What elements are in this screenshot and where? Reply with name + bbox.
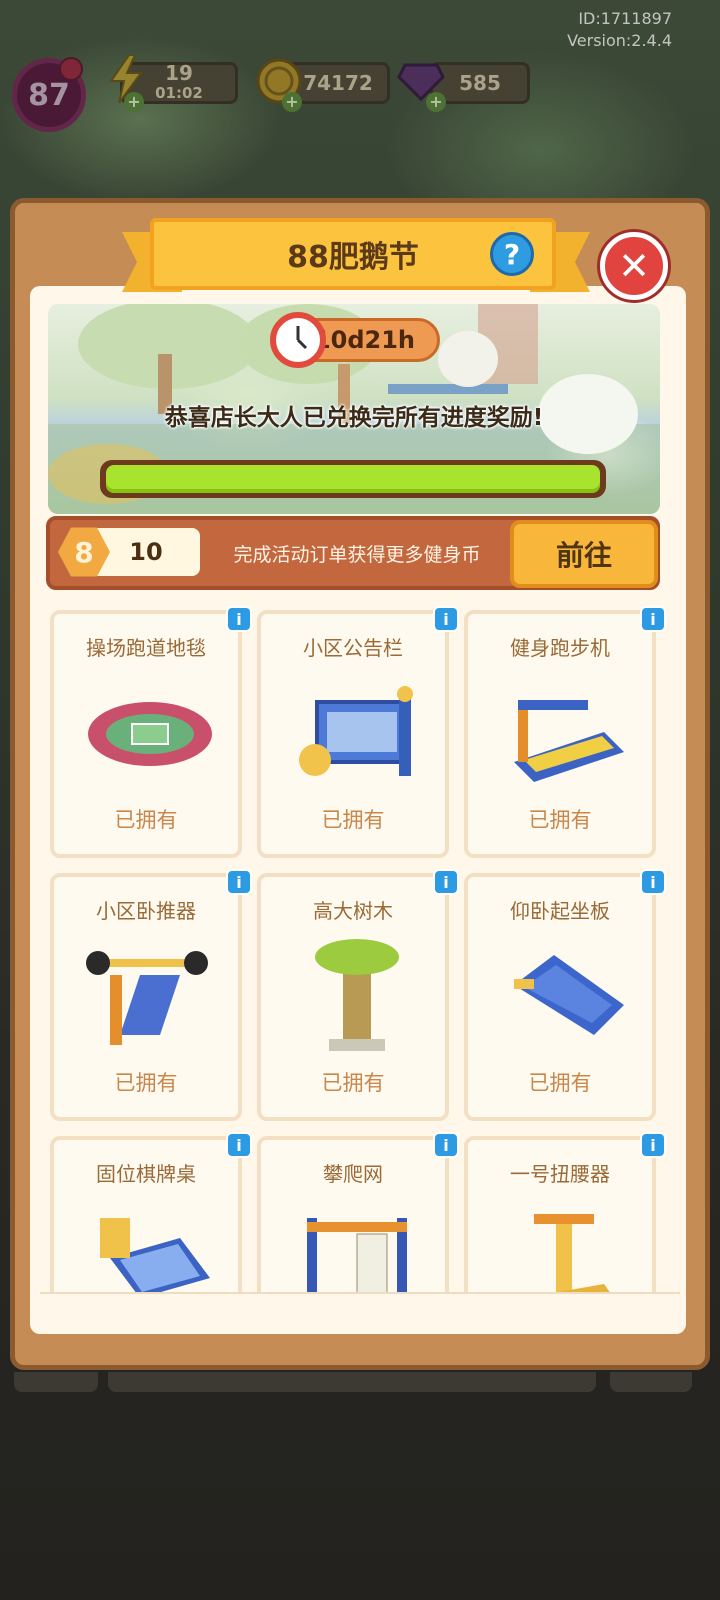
fitness-coin-badge: 8 — [74, 535, 94, 569]
reward-card-name: 小区卧推器 — [96, 899, 196, 923]
reward-card-status: 已拥有 — [321, 1071, 385, 1095]
info-icon[interactable]: i — [226, 1132, 252, 1158]
waist-twister-icon — [494, 1198, 634, 1292]
bench-press-icon — [80, 935, 220, 1055]
reward-card[interactable]: 固位棋牌桌 — [50, 1136, 242, 1292]
reward-card[interactable]: 小区卧推器 已拥有 — [50, 873, 242, 1121]
footer-tab-left — [14, 1372, 98, 1392]
info-icon[interactable]: i — [640, 1132, 666, 1158]
info-icon[interactable]: i — [226, 869, 252, 895]
reward-grid: 操场跑道地毯 已拥有 i 小区公告栏 已拥有 i 健身跑步机 已拥有 i 小区卧推器 已拥有 i 高大树… — [40, 600, 680, 1292]
close-icon: ✕ — [618, 244, 650, 288]
progress-bar — [100, 460, 606, 498]
completion-message: 恭喜店长大人已兑换完所有进度奖励! — [164, 405, 544, 431]
reward-card[interactable]: 操场跑道地毯 已拥有 — [50, 610, 242, 858]
go-button[interactable]: 前往 — [510, 520, 658, 588]
reward-card-name: 操场跑道地毯 — [86, 636, 206, 660]
fitness-coin-description: 完成活动订单获得更多健身币 — [233, 544, 481, 566]
event-title: 88肥鹅节 — [287, 240, 419, 275]
progress-fill — [106, 465, 600, 493]
reward-card-status: 已拥有 — [321, 808, 385, 832]
chess-table-icon — [80, 1198, 220, 1292]
reward-card-name: 小区公告栏 — [303, 636, 403, 660]
footer-tab-center — [108, 1372, 596, 1392]
go-button-label: 前往 — [555, 539, 612, 572]
info-icon[interactable]: i — [226, 606, 252, 632]
track-carpet-icon — [80, 672, 220, 792]
climbing-net-icon — [287, 1198, 427, 1292]
reward-card-status: 已拥有 — [528, 1071, 592, 1095]
event-timer-text: 10d21h — [313, 326, 415, 354]
reward-card[interactable]: 小区公告栏 已拥有 — [257, 610, 449, 858]
reward-card[interactable]: 攀爬网 — [257, 1136, 449, 1292]
panel-bottom-edge — [40, 1292, 680, 1326]
reward-card-status: 已拥有 — [528, 808, 592, 832]
reward-card-name: 固位棋牌桌 — [96, 1162, 196, 1186]
help-button[interactable]: ? — [490, 232, 534, 276]
question-icon: ? — [503, 237, 521, 271]
reward-card-name: 一号扭腰器 — [510, 1162, 610, 1186]
info-icon[interactable]: i — [433, 1132, 459, 1158]
treadmill-icon — [494, 672, 634, 792]
reward-card[interactable]: 一号扭腰器 — [464, 1136, 656, 1292]
reward-card[interactable]: 健身跑步机 已拥有 — [464, 610, 656, 858]
reward-card-name: 健身跑步机 — [510, 636, 610, 660]
tall-tree-icon — [287, 935, 427, 1055]
info-icon[interactable]: i — [433, 869, 459, 895]
info-icon[interactable]: i — [640, 869, 666, 895]
reward-card-status: 已拥有 — [114, 1071, 178, 1095]
clock-icon — [270, 312, 326, 368]
reward-card[interactable]: 仰卧起坐板 已拥有 — [464, 873, 656, 1121]
reward-card[interactable]: 高大树木 已拥有 — [257, 873, 449, 1121]
reward-card-name: 攀爬网 — [323, 1162, 383, 1186]
fitness-coin-amount: 10 — [129, 538, 163, 566]
situp-board-icon — [494, 935, 634, 1055]
info-icon[interactable]: i — [640, 606, 666, 632]
reward-card-name: 仰卧起坐板 — [510, 899, 610, 923]
info-icon[interactable]: i — [433, 606, 459, 632]
reward-card-name: 高大树木 — [313, 899, 393, 923]
reward-card-status: 已拥有 — [114, 808, 178, 832]
bulletin-board-icon — [287, 672, 427, 792]
close-button[interactable]: ✕ — [600, 232, 668, 300]
footer-tab-right — [610, 1372, 692, 1392]
